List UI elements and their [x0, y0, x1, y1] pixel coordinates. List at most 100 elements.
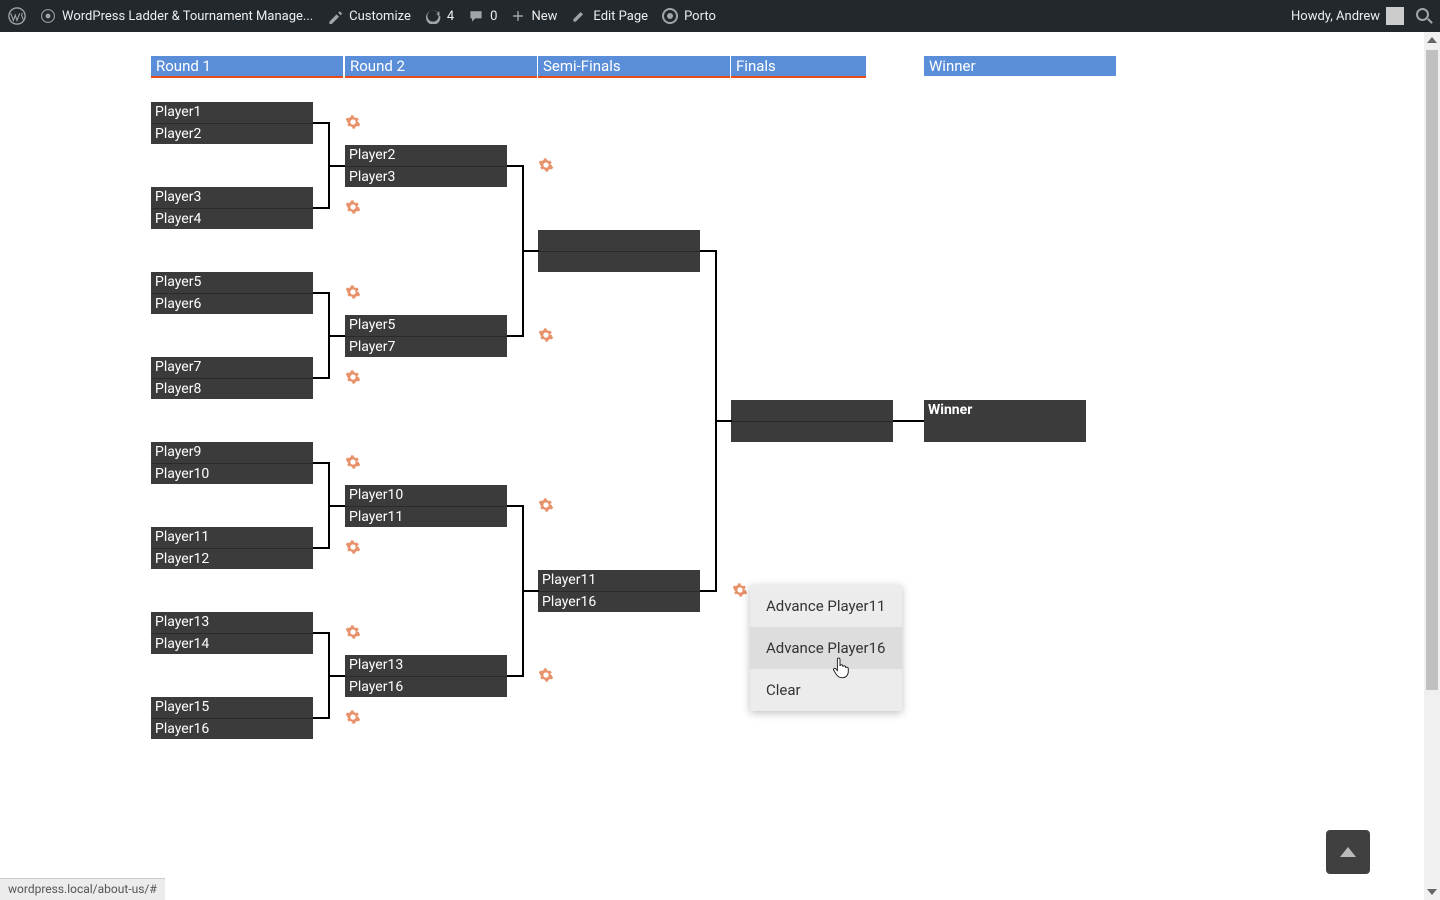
match-player: Player12 — [151, 548, 313, 569]
gear-icon[interactable] — [345, 114, 361, 130]
customize-label: Customize — [349, 9, 411, 24]
match-r1-2[interactable]: Player3Player4 — [151, 187, 313, 229]
round-header-4: Finals — [731, 56, 866, 76]
match-player — [538, 230, 700, 251]
edit-page-link[interactable]: Edit Page — [571, 8, 648, 24]
match-player: Player16 — [151, 718, 313, 739]
match-r3-2[interactable]: Player11Player16 — [538, 570, 700, 612]
scrollbar-thumb[interactable] — [1426, 50, 1438, 690]
gear-icon[interactable] — [345, 539, 361, 555]
scroll-up-arrow[interactable] — [1424, 32, 1440, 48]
match-player: Player7 — [151, 357, 313, 378]
connector — [328, 165, 345, 167]
wp-logo-icon[interactable] — [8, 7, 26, 25]
vertical-scrollbar[interactable] — [1424, 32, 1440, 900]
match-r2-1[interactable]: Player2Player3 — [345, 145, 507, 187]
menu-item-clear[interactable]: Clear — [750, 669, 902, 711]
match-r1-7[interactable]: Player13Player14 — [151, 612, 313, 654]
round-header-label: Winner — [929, 57, 976, 75]
match-r3-1[interactable] — [538, 230, 700, 272]
match-player: Player16 — [538, 591, 700, 612]
howdy-text: Howdy, Andrew — [1291, 9, 1380, 24]
match-player: Player13 — [345, 655, 507, 676]
browser-status-bar: wordpress.local/about-us/# — [0, 878, 165, 900]
scroll-to-top-button[interactable] — [1326, 830, 1370, 874]
gear-icon[interactable] — [345, 624, 361, 640]
match-r2-3[interactable]: Player10Player11 — [345, 485, 507, 527]
gear-icon[interactable] — [538, 497, 554, 513]
status-url: wordpress.local/about-us/# — [8, 882, 157, 896]
gear-icon[interactable] — [538, 667, 554, 683]
winner-box[interactable]: Winner — [924, 400, 1086, 442]
menu-item-label: Clear — [766, 681, 801, 699]
menu-item-label: Advance Player11 — [766, 597, 885, 615]
match-r1-8[interactable]: Player15Player16 — [151, 697, 313, 739]
connector — [715, 420, 732, 422]
match-player: Player13 — [151, 612, 313, 633]
new-label: New — [531, 9, 557, 24]
gear-icon[interactable] — [345, 199, 361, 215]
match-r1-1[interactable]: Player1Player2 — [151, 102, 313, 144]
connector — [328, 505, 345, 507]
comments-count: 0 — [490, 9, 497, 24]
menu-item-label: Advance Player16 — [766, 639, 885, 657]
avatar — [1386, 7, 1404, 25]
match-player — [731, 400, 893, 421]
gear-icon[interactable] — [538, 327, 554, 343]
gear-icon[interactable] — [345, 369, 361, 385]
match-player: Player1 — [151, 102, 313, 123]
connector — [522, 250, 539, 252]
match-player: Player3 — [345, 166, 507, 187]
match-player: Player2 — [151, 123, 313, 144]
match-player: Player11 — [345, 506, 507, 527]
match-r1-4[interactable]: Player7Player8 — [151, 357, 313, 399]
menu-item-advance-1[interactable]: Advance Player11 — [750, 585, 902, 627]
gear-icon[interactable] — [345, 454, 361, 470]
match-r1-6[interactable]: Player11Player12 — [151, 527, 313, 569]
match-player: Player3 — [151, 187, 313, 208]
connector — [893, 420, 924, 422]
search-icon — [1416, 8, 1432, 24]
match-player — [731, 421, 893, 442]
match-player: Player16 — [345, 676, 507, 697]
match-player: Player15 — [151, 697, 313, 718]
connector — [328, 675, 345, 677]
match-r1-3[interactable]: Player5Player6 — [151, 272, 313, 314]
round-header-label: Round 1 — [156, 57, 211, 75]
wp-admin-bar: WordPress Ladder & Tournament Manage... … — [0, 0, 1440, 32]
match-player: Player4 — [151, 208, 313, 229]
winner-label: Winner — [928, 402, 972, 418]
edit-page-label: Edit Page — [593, 9, 648, 24]
customize-link[interactable]: Customize — [327, 8, 411, 24]
comments-link[interactable]: 0 — [468, 8, 497, 24]
match-player: Player8 — [151, 378, 313, 399]
gear-icon[interactable] — [732, 582, 748, 598]
round-header-label: Finals — [736, 57, 776, 75]
context-menu: Advance Player11 Advance Player16 Clear — [750, 585, 902, 711]
round-header-label: Round 2 — [350, 57, 405, 75]
site-name-link[interactable]: WordPress Ladder & Tournament Manage... — [40, 8, 313, 24]
match-r1-5[interactable]: Player9Player10 — [151, 442, 313, 484]
gear-icon[interactable] — [538, 157, 554, 173]
match-player: Player6 — [151, 293, 313, 314]
gear-icon[interactable] — [345, 709, 361, 725]
menu-item-advance-2[interactable]: Advance Player16 — [750, 627, 902, 669]
connector — [522, 590, 539, 592]
new-content-link[interactable]: New — [511, 9, 557, 24]
match-player: Player5 — [345, 315, 507, 336]
theme-label: Porto — [684, 9, 716, 24]
round-header-1: Round 1 — [151, 56, 343, 76]
match-r4-1[interactable] — [731, 400, 893, 442]
match-player: Player5 — [151, 272, 313, 293]
match-r2-2[interactable]: Player5Player7 — [345, 315, 507, 357]
match-r2-4[interactable]: Player13Player16 — [345, 655, 507, 697]
match-player: Player11 — [538, 570, 700, 591]
match-player — [538, 251, 700, 272]
scroll-down-arrow[interactable] — [1424, 884, 1440, 900]
theme-link[interactable]: Porto — [662, 8, 716, 24]
match-player: Player10 — [151, 463, 313, 484]
updates-link[interactable]: 4 — [425, 8, 454, 24]
my-account-link[interactable]: Howdy, Andrew — [1291, 7, 1404, 25]
gear-icon[interactable] — [345, 284, 361, 300]
search-toggle[interactable] — [1416, 8, 1432, 24]
